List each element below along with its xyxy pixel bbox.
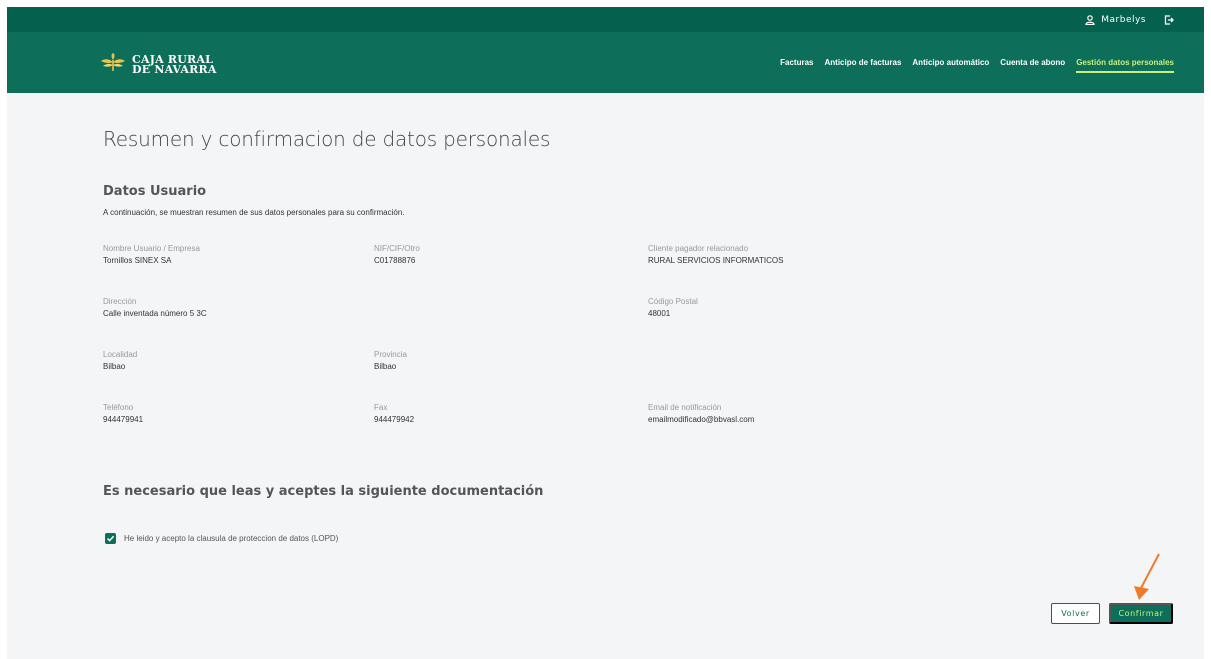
top-bar: Marbelys: [7, 7, 1204, 32]
field-label: Nombre Usuario / Empresa: [103, 244, 200, 253]
check-icon: [106, 530, 115, 548]
field-value: 944479942: [374, 415, 415, 424]
field-nombre: Nombre Usuario / Empresa Tornillos SINEX…: [103, 244, 200, 265]
field-value: C01788876: [374, 256, 416, 265]
field-fax: Fax 944479942: [374, 403, 414, 424]
documentation-title: Es necesario que leas y aceptes la sigui…: [103, 484, 544, 499]
brand-line2: DE NAVARRA: [132, 62, 217, 76]
field-value: Tornillos SINEX SA: [103, 256, 172, 265]
field-label: Teléfono: [103, 403, 134, 412]
section-title: Datos Usuario: [103, 184, 207, 199]
field-label: Localidad: [103, 350, 138, 359]
nav-item-cuenta-abono[interactable]: Cuenta de abono: [1000, 32, 1065, 93]
brand-name: CAJA RURAL DE NAVARRA: [132, 54, 217, 76]
field-cliente: Cliente pagador relacionado RURAL SERVIC…: [648, 244, 783, 265]
user-icon: [1085, 14, 1095, 25]
nav-item-gestion-datos[interactable]: Gestión datos personales: [1076, 32, 1174, 93]
lopd-checkbox-label[interactable]: He leido y acepto la clausula de protecc…: [124, 534, 338, 543]
nav-item-facturas[interactable]: Facturas: [780, 32, 813, 93]
field-nif: NIF/CIF/Otro C01788876: [374, 244, 420, 265]
field-label: Código Postal: [648, 297, 698, 306]
lopd-consent: He leido y acepto la clausula de protecc…: [105, 533, 338, 544]
section-description: A continuación, se muestran resumen de s…: [103, 208, 405, 217]
field-provincia: Provincia Bilbao: [374, 350, 407, 371]
field-label: NIF/CIF/Otro: [374, 244, 420, 253]
field-label: Cliente pagador relacionado: [648, 244, 749, 253]
nav-item-anticipo-facturas[interactable]: Anticipo de facturas: [825, 32, 902, 93]
user-menu[interactable]: Marbelys: [1085, 15, 1146, 25]
field-email: Email de notificación emailmodificado@bb…: [648, 403, 754, 424]
field-direccion: Dirección Calle inventada número 5 3C: [103, 297, 207, 318]
nav-menu: Facturas Anticipo de facturas Anticipo a…: [780, 32, 1174, 93]
wheat-logo-icon: [100, 52, 126, 77]
field-telefono: Teléfono 944479941: [103, 403, 143, 424]
field-label: Provincia: [374, 350, 407, 359]
brand-logo[interactable]: CAJA RURAL DE NAVARRA: [100, 52, 217, 77]
field-value: 48001: [648, 309, 671, 318]
logout-icon[interactable]: [1164, 14, 1174, 25]
field-value: RURAL SERVICIOS INFORMATICOS: [648, 256, 784, 265]
field-value: Bilbao: [374, 362, 397, 371]
lopd-checkbox[interactable]: [105, 533, 116, 544]
field-value: emailmodificado@bbvasl.com: [648, 415, 755, 424]
app-frame: Marbelys CAJA RURAL DE NAVARRA Facturas …: [7, 7, 1204, 659]
field-codigo-postal: Código Postal 48001: [648, 297, 698, 318]
page-title: Resumen y confirmacion de datos personal…: [103, 127, 551, 151]
back-button[interactable]: Volver: [1051, 603, 1100, 624]
field-value: 944479941: [103, 415, 144, 424]
field-value: Calle inventada número 5 3C: [103, 309, 207, 318]
arrow-pointer-icon: [1129, 552, 1163, 607]
user-name: Marbelys: [1101, 14, 1146, 25]
field-localidad: Localidad Bilbao: [103, 350, 137, 371]
field-label: Email de notificación: [648, 403, 722, 412]
nav-item-anticipo-automatico[interactable]: Anticipo automático: [912, 32, 989, 93]
field-value: Bilbao: [103, 362, 126, 371]
field-label: Fax: [374, 403, 388, 412]
main-navbar: CAJA RURAL DE NAVARRA Facturas Anticipo …: [7, 32, 1204, 93]
field-label: Dirección: [103, 297, 137, 306]
